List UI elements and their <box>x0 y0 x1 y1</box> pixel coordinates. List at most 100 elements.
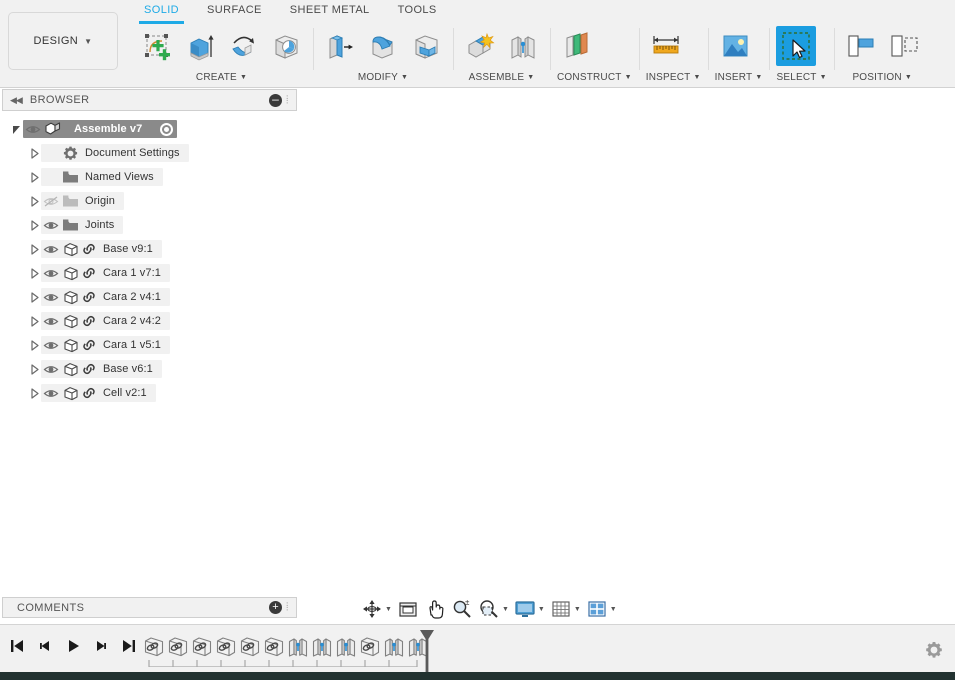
panel-inspect-label[interactable]: INSPECT ▼ <box>646 72 701 86</box>
grid-snaps-icon[interactable]: ▼ <box>548 596 583 622</box>
step-forward-icon[interactable] <box>92 637 110 655</box>
tree-node-joints[interactable]: Joints <box>2 213 297 237</box>
panel-position-label[interactable]: POSITION ▼ <box>841 72 924 86</box>
panel-assemble-label[interactable]: ASSEMBLE ▼ <box>460 72 543 86</box>
minus-icon[interactable]: – <box>269 93 282 107</box>
tree-node-cara-2-v4-2[interactable]: Cara 2 v4:2 <box>2 309 297 333</box>
tab-surface[interactable]: SURFACE <box>193 0 276 22</box>
joint-feature[interactable] <box>334 634 358 660</box>
collapse-left-icon[interactable]: ◀◀ <box>10 95 23 106</box>
create-sketch-icon[interactable] <box>137 26 177 66</box>
panel-construct-label[interactable]: CONSTRUCT ▼ <box>557 72 632 86</box>
activate-radio[interactable] <box>160 122 174 136</box>
jump-to-end-icon[interactable] <box>120 637 138 655</box>
panel-insert-label[interactable]: INSERT ▼ <box>715 72 763 86</box>
look-at-icon[interactable] <box>395 596 421 622</box>
panel-resize-grip[interactable]: ⦙ <box>286 601 293 614</box>
orbit-icon[interactable]: ▼ <box>359 596 394 622</box>
visibility-eye-icon[interactable] <box>41 219 61 232</box>
rigid-group-feature[interactable] <box>214 634 238 660</box>
rigid-group-feature[interactable] <box>190 634 214 660</box>
panel-create-label[interactable]: CREATE ▼ <box>137 72 306 86</box>
tree-node-named-views[interactable]: Named Views <box>2 165 297 189</box>
jump-to-beginning-icon[interactable] <box>8 637 26 655</box>
view-cube[interactable]: Z X TOP FRONT RIGHT <box>868 185 952 269</box>
visibility-eye-icon[interactable] <box>41 339 61 352</box>
select-window-icon[interactable] <box>776 26 817 66</box>
joint-feature[interactable] <box>286 634 310 660</box>
expand-arrow-icon[interactable] <box>28 387 41 400</box>
rigid-group-feature[interactable] <box>166 634 190 660</box>
joint-icon[interactable] <box>503 26 543 66</box>
visibility-eye-icon[interactable] <box>41 315 61 328</box>
move-copy-icon[interactable] <box>884 26 924 66</box>
tree-node-label: Origin <box>85 195 115 207</box>
workspace-switcher-button[interactable]: DESIGN ▼ <box>8 12 118 70</box>
tree-node-base-v9-1[interactable]: Base v9:1 <box>2 237 297 261</box>
expand-arrow-icon[interactable] <box>28 291 41 304</box>
tree-node-base-v6-1[interactable]: Base v6:1 <box>2 357 297 381</box>
pan-icon[interactable] <box>422 596 448 622</box>
tab-solid[interactable]: SOLID <box>130 0 193 24</box>
tree-node-cara-1-v7-1[interactable]: Cara 1 v7:1 <box>2 261 297 285</box>
rigid-group-feature[interactable] <box>238 634 262 660</box>
revolve-icon[interactable] <box>223 26 263 66</box>
tab-sheet-metal[interactable]: SHEET METAL <box>276 0 384 22</box>
expand-arrow-icon[interactable] <box>28 219 41 232</box>
zoom-icon[interactable]: ± <box>449 596 475 622</box>
tree-node-document-settings[interactable]: Document Settings <box>2 141 297 165</box>
fit-icon[interactable]: ▼ <box>476 596 511 622</box>
extrude-icon[interactable] <box>180 26 220 66</box>
expand-arrow-icon[interactable] <box>28 267 41 280</box>
tree-node-cell-v2-1[interactable]: Cell v2:1 <box>2 381 297 405</box>
viewports-icon[interactable]: ▼ <box>584 596 619 622</box>
align-icon[interactable] <box>841 26 881 66</box>
play-icon[interactable] <box>64 637 82 655</box>
insert-image-icon[interactable] <box>715 26 755 66</box>
expand-arrow-icon[interactable] <box>28 243 41 256</box>
rigid-group-feature[interactable] <box>262 634 286 660</box>
tree-node-cara-1-v5-1[interactable]: Cara 1 v5:1 <box>2 333 297 357</box>
comments-panel[interactable]: COMMENTS + ⦙ <box>2 597 297 618</box>
offset-plane-icon[interactable] <box>557 26 597 66</box>
expand-arrow-icon[interactable] <box>28 315 41 328</box>
shell-icon[interactable] <box>406 26 446 66</box>
tree-node-origin[interactable]: Origin <box>2 189 297 213</box>
visibility-eye-icon[interactable] <box>41 363 61 376</box>
visibility-eye-icon[interactable] <box>41 267 61 280</box>
panel-select-label[interactable]: SELECT ▼ <box>776 72 826 86</box>
visibility-eye-icon[interactable] <box>23 123 43 136</box>
panel-modify-label[interactable]: MODIFY ▼ <box>320 72 446 86</box>
rigid-group-feature[interactable] <box>142 634 166 660</box>
hole-icon[interactable] <box>266 26 306 66</box>
visibility-eye-icon[interactable] <box>41 291 61 304</box>
expand-arrow-icon[interactable] <box>28 363 41 376</box>
rigid-group-feature[interactable] <box>358 634 382 660</box>
expand-arrow-icon[interactable] <box>28 171 41 184</box>
panel-inspect: INSPECT ▼ <box>638 24 708 86</box>
visibility-eye-icon[interactable] <box>41 387 61 400</box>
visibility-eye-icon[interactable] <box>41 243 61 256</box>
plus-icon[interactable]: + <box>269 601 282 614</box>
tree-node-root[interactable]: Assemble v7 <box>2 117 297 141</box>
visibility-eye-icon[interactable] <box>41 195 61 208</box>
measure-icon[interactable] <box>646 26 686 66</box>
tree-node-cara-2-v4-1[interactable]: Cara 2 v4:1 <box>2 285 297 309</box>
expand-arrow-icon[interactable] <box>10 123 23 136</box>
tab-tools[interactable]: TOOLS <box>384 0 451 22</box>
joint-feature[interactable] <box>310 634 334 660</box>
press-pull-icon[interactable] <box>320 26 360 66</box>
timeline-playhead-marker[interactable] <box>418 630 436 672</box>
gear-icon[interactable] <box>923 639 945 661</box>
linked-component-icon <box>80 338 98 352</box>
display-settings-icon[interactable]: ▼ <box>512 596 547 622</box>
expand-arrow-icon[interactable] <box>28 339 41 352</box>
linked-component-icon <box>80 314 98 328</box>
joint-feature[interactable] <box>382 634 406 660</box>
expand-arrow-icon[interactable] <box>28 195 41 208</box>
panel-resize-grip[interactable]: ⦙ <box>286 94 293 107</box>
new-component-icon[interactable] <box>460 26 500 66</box>
step-back-icon[interactable] <box>36 637 54 655</box>
expand-arrow-icon[interactable] <box>28 147 41 160</box>
fillet-icon[interactable] <box>363 26 403 66</box>
